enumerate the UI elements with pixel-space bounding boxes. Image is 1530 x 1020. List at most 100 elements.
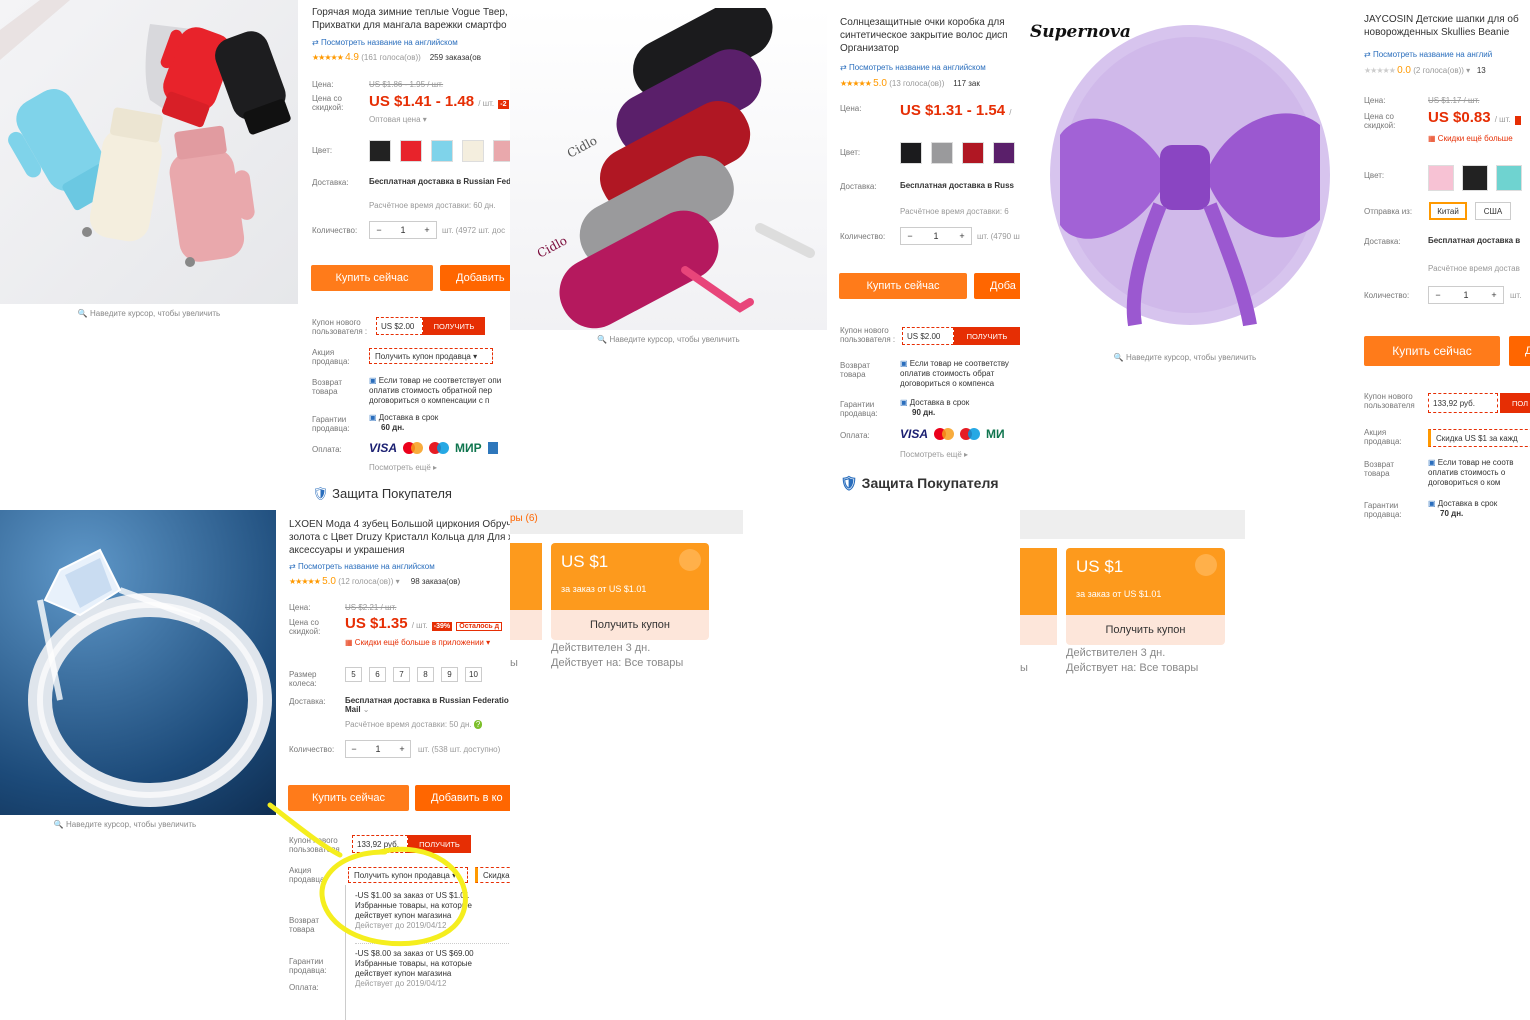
coupon-applies-partial: ы (1020, 662, 1028, 674)
translate-icon: ⇄ (1364, 50, 1371, 59)
buy-now-button[interactable]: Купить сейчас (311, 265, 433, 291)
color-swatch-pink[interactable] (493, 140, 510, 162)
get-coupon-button[interactable]: ПОЛУЧИТЬ (954, 327, 1020, 345)
color-swatch-red[interactable] (962, 142, 984, 164)
size-option-7[interactable]: 7 (393, 667, 410, 682)
translate-icon: ⇄ (289, 562, 296, 571)
translate-icon: ⇄ (312, 38, 319, 47)
see-more-link[interactable]: Посмотреть ещё ▸ (900, 450, 968, 459)
color-label: Цвет: (312, 146, 333, 155)
translate-icon: ⇄ (840, 63, 847, 72)
guarantee-label: Гарантии продавца: (840, 400, 878, 418)
color-swatch-teal[interactable] (1496, 165, 1522, 191)
delivery-method[interactable]: Бесплатная доставка в Russian Fed (369, 177, 510, 186)
chevron-down-icon[interactable]: ⌄ (363, 705, 370, 714)
quantity-value[interactable]: 1 (362, 744, 394, 754)
shield-icon: ▣ (369, 376, 377, 385)
quantity-value[interactable]: 1 (919, 231, 953, 241)
get-coupon-button[interactable]: ПОЛ (1500, 393, 1530, 413)
size-option-8[interactable]: 8 (417, 667, 434, 682)
add-to-cart-button[interactable]: Добавить (440, 265, 510, 291)
color-swatch-purple[interactable] (993, 142, 1015, 164)
old-price: US $1.17 / шт. (1428, 96, 1480, 105)
english-title-link[interactable]: ⇄ Посмотреть название на английском (312, 38, 458, 47)
get-coupon-button[interactable]: ПОЛУЧИТЬ (423, 317, 485, 335)
color-swatch-cream[interactable] (462, 140, 484, 162)
new-user-coupon-label: Купон нового пользователя : (840, 326, 896, 344)
ring-product-image[interactable] (0, 510, 276, 815)
maestro-icon (429, 442, 450, 454)
coupon-button-partial[interactable] (510, 610, 542, 640)
old-price: US $2.21 / шт. (345, 603, 397, 612)
price-label: Цена: (1364, 96, 1386, 105)
star-icons: ★★★★★ (1364, 66, 1396, 75)
color-swatch-black[interactable] (369, 140, 391, 162)
stock-info: шт. (4790 ш (977, 232, 1020, 241)
baby-hat-product-image[interactable]: Supernova (1020, 5, 1350, 347)
buy-now-button[interactable]: Купить сейчас (1364, 336, 1500, 366)
app-discount-link[interactable]: ▦ Скидки ещё больше (1428, 134, 1513, 143)
ship-from-usa[interactable]: США (1475, 202, 1511, 220)
coupon-card: US $1 за заказ от US $1.01 (1066, 548, 1225, 615)
english-title-link[interactable]: ⇄ Посмотреть название на английском (289, 562, 435, 571)
quantity-label: Количество: (312, 226, 358, 235)
delivery-method[interactable]: Бесплатная доставка в Russ (900, 181, 1014, 190)
quantity-stepper[interactable]: − 1 + (900, 227, 972, 245)
seller-discount[interactable]: Скидка US $1 за кажд (1428, 429, 1530, 447)
coupon-card-partial (1020, 548, 1057, 615)
color-swatch-black[interactable] (1462, 165, 1488, 191)
seller-coupon-dropdown[interactable]: Получить купон продавца ▾ (369, 348, 493, 364)
cart-shield-icon: 🛡 (312, 486, 329, 500)
color-swatch-blue[interactable] (431, 140, 453, 162)
get-coupon-button[interactable]: Получить купон (551, 610, 709, 640)
zoom-hint: 🔍 Наведите курсор, чтобы увеличить (597, 335, 740, 344)
ship-from-china[interactable]: Китай (1429, 202, 1467, 220)
increase-button[interactable]: + (394, 744, 410, 754)
app-discount-link[interactable]: ▦ Скидки ещё больше в приложении ▾ (345, 638, 490, 647)
coupon-button-partial[interactable] (1020, 615, 1057, 645)
qr-code-icon: ▦ (1428, 134, 1436, 143)
add-to-cart-button[interactable]: Д (1509, 336, 1530, 366)
decrease-button[interactable]: − (370, 225, 388, 235)
see-more-link[interactable]: Посмотреть ещё ▸ (369, 463, 437, 472)
stock-info: шт. (1510, 291, 1522, 300)
quantity-value[interactable]: 1 (388, 225, 418, 235)
color-swatch-red[interactable] (400, 140, 422, 162)
quantity-stepper[interactable]: − 1 + (1428, 286, 1504, 304)
payment-label: Оплата: (289, 983, 319, 992)
english-title-link[interactable]: ⇄ Посмотреть название на английском (840, 63, 986, 72)
delivery-method[interactable]: Бесплатная доставка в (1428, 236, 1520, 245)
wholesale-link[interactable]: Оптовая цена ▾ (369, 115, 427, 124)
quantity-stepper[interactable]: − 1 + (369, 221, 437, 239)
delivery-method[interactable]: Бесплатная доставка в Russian Federatio M… (345, 696, 509, 714)
size-option-10[interactable]: 10 (465, 667, 482, 682)
color-swatch-black[interactable] (900, 142, 922, 164)
size-option-9[interactable]: 9 (441, 667, 458, 682)
increase-button[interactable]: + (953, 231, 971, 241)
mir-icon: МИР (455, 441, 482, 455)
increase-button[interactable]: + (1485, 290, 1503, 300)
coupon-decoration-icon (1195, 554, 1217, 576)
rating-row: ★★★★★ 5.0 (13 голоса(ов)) 117 зак (840, 78, 980, 89)
glasses-case-product-image[interactable]: Cidlo Cidlo (510, 8, 827, 330)
decrease-button[interactable]: − (901, 231, 919, 241)
quantity-stepper[interactable]: − 1 + (345, 740, 411, 758)
quantity-value[interactable]: 1 (1447, 290, 1485, 300)
guarantee-label: Гарантии продавца: (1364, 501, 1402, 519)
decrease-button[interactable]: − (346, 744, 362, 754)
color-swatch-gray[interactable] (931, 142, 953, 164)
decrease-button[interactable]: − (1429, 290, 1447, 300)
get-coupon-button[interactable]: Получить купон (1066, 615, 1225, 645)
size-option-5[interactable]: 5 (345, 667, 362, 682)
english-title-link[interactable]: ⇄ Посмотреть название на англий (1364, 50, 1492, 59)
gloves-product-image[interactable] (0, 0, 298, 304)
seller-promo-label: Акция продавца: (312, 348, 350, 366)
stock-info: шт. (538 шт. доступно) (418, 745, 501, 754)
coupons-header: ры (6) (510, 510, 743, 534)
buy-now-button[interactable]: Купить сейчас (839, 273, 967, 299)
coupon-amount: US $2.00 (376, 317, 423, 335)
color-swatch-pink[interactable] (1428, 165, 1454, 191)
add-to-cart-button[interactable]: Доба (974, 273, 1020, 299)
size-option-6[interactable]: 6 (369, 667, 386, 682)
increase-button[interactable]: + (418, 225, 436, 235)
